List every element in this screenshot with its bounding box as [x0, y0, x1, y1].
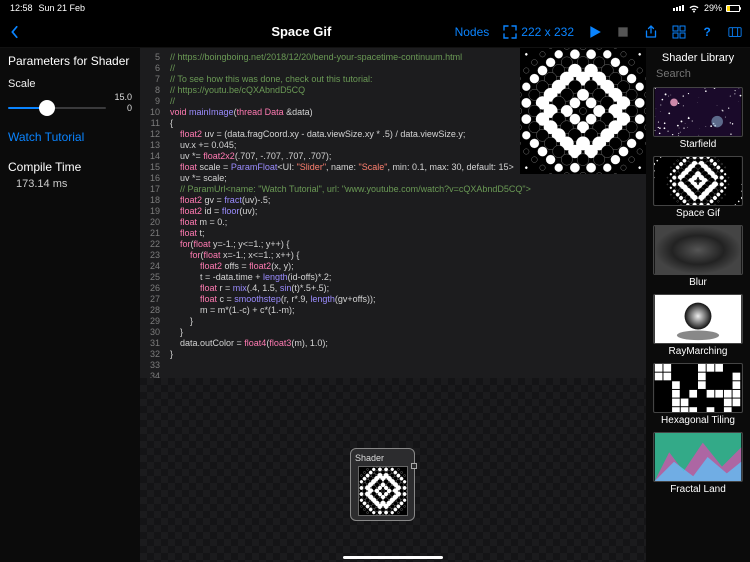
search-input[interactable] [656, 68, 750, 80]
share-icon [644, 25, 658, 39]
code-editor[interactable]: 5678910111213141516171819202122232425262… [140, 48, 646, 378]
expand-icon [503, 25, 517, 39]
library-item[interactable]: Hexagonal Tiling [646, 360, 750, 429]
battery-percent: 29% [704, 3, 722, 13]
shader-node[interactable]: Shader [350, 448, 415, 521]
battery-icon [726, 5, 740, 12]
compile-time-title: Compile Time [8, 160, 132, 174]
shader-preview [520, 48, 646, 174]
play-button[interactable] [588, 25, 602, 39]
panels-icon [728, 25, 742, 39]
canvas-size-button[interactable]: 222 x 232 [503, 25, 574, 39]
library-item[interactable]: RayMarching [646, 291, 750, 360]
parameters-title: Parameters for Shader [8, 54, 132, 68]
canvas-size-label: 222 x 232 [521, 25, 574, 39]
share-button[interactable] [644, 25, 658, 39]
library-item-label: Blur [689, 277, 707, 288]
library-item-label: RayMarching [669, 346, 728, 357]
library-item-label: Starfield [680, 139, 717, 150]
status-time: 12:58 [10, 3, 33, 13]
node-canvas[interactable]: Shader [140, 378, 646, 562]
node-preview [358, 466, 408, 516]
scale-slider[interactable]: 15.0 0 [8, 94, 132, 122]
library-thumbnail [653, 294, 743, 344]
home-indicator [343, 556, 443, 560]
grid-icon [672, 25, 686, 39]
play-icon [588, 25, 602, 39]
stop-icon [616, 25, 630, 39]
node-output-port[interactable] [411, 463, 417, 469]
grid-button[interactable] [672, 25, 686, 39]
center-panel: 5678910111213141516171819202122232425262… [140, 48, 646, 562]
panels-button[interactable] [728, 25, 742, 39]
library-thumbnail [653, 225, 743, 275]
library-search[interactable] [646, 66, 750, 84]
scale-max: 15.0 [114, 92, 132, 103]
library-item[interactable]: Blur [646, 222, 750, 291]
status-bar: 12:58 Sun 21 Feb 29% [0, 0, 750, 16]
library-item[interactable]: Fractal Land [646, 429, 750, 498]
library-item-label: Space Gif [676, 208, 720, 219]
chevron-left-icon [8, 25, 22, 39]
page-title: Space Gif [148, 24, 455, 39]
compile-time-value: 173.14 ms [8, 178, 132, 190]
help-button[interactable]: ? [700, 25, 714, 39]
scale-min: 0 [114, 103, 132, 114]
library-item[interactable]: Starfield [646, 84, 750, 153]
watch-tutorial-link[interactable]: Watch Tutorial [8, 130, 132, 144]
library-thumbnail [653, 432, 743, 482]
library-title: Shader Library [646, 48, 750, 66]
library-thumbnail [653, 87, 743, 137]
library-item[interactable]: Space Gif [646, 153, 750, 222]
back-button[interactable] [8, 25, 22, 39]
library-thumbnail [653, 363, 743, 413]
question-icon: ? [700, 25, 714, 39]
nodes-button[interactable]: Nodes [455, 25, 490, 39]
library-thumbnail [653, 156, 743, 206]
navbar: Space Gif Nodes 222 x 232 ? [0, 16, 750, 48]
shader-library-panel: Shader Library Starfield Space Gif Blur Ray… [646, 48, 750, 562]
stop-button[interactable] [616, 25, 630, 39]
svg-text:?: ? [704, 25, 711, 39]
cell-signal-icon [673, 5, 684, 11]
scale-label: Scale [8, 78, 132, 90]
library-item-label: Fractal Land [670, 484, 726, 495]
library-item-label: Hexagonal Tiling [661, 415, 735, 426]
parameters-panel: Parameters for Shader Scale 15.0 0 Watch… [0, 48, 140, 562]
node-title: Shader [355, 453, 410, 463]
wifi-icon [688, 4, 700, 13]
status-date: Sun 21 Feb [39, 3, 86, 13]
